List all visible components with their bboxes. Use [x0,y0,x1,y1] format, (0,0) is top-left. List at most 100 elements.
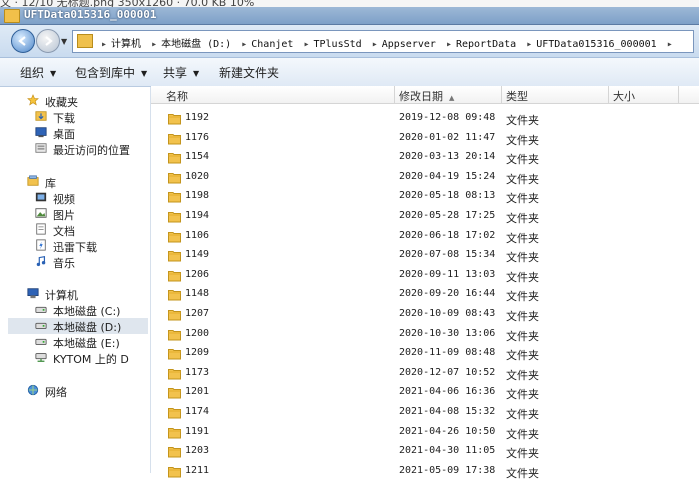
music-icon [36,256,46,267]
nav-pictures[interactable]: 图片 [34,206,146,222]
nav-favorites[interactable]: 收藏夹 [26,93,146,109]
file-date: 2021-04-26 10:50 [399,425,496,437]
nav-documents[interactable]: 文档 [34,222,146,238]
column-name-header[interactable]: 名称 [166,88,188,104]
folder-icon [168,172,181,184]
file-name: 1176 [185,131,210,143]
column-divider[interactable] [394,86,395,103]
file-name: 1209 [185,347,210,359]
column-size-header[interactable]: 大小 [613,88,635,104]
recent-pages-dropdown[interactable]: ▼ [61,37,67,46]
navigation-row: ▼ ▸ 计算机 ▸ 本地磁盘 (D:) ▸ Chanjet ▸ TPlusStd ▸ Ap… [0,25,699,58]
nav-network[interactable]: 网络 [26,383,146,399]
file-row[interactable]: 1173 2020-12-07 10:52 文件夹 [151,364,699,383]
folder-icon [168,447,181,458]
file-row[interactable]: 1209 2020-11-09 08:48 文件夹 [151,344,699,363]
file-row[interactable]: 1191 2021-04-26 10:50 文件夹 [151,423,699,442]
chevron-right-icon[interactable]: ▸ [303,39,309,50]
back-button[interactable] [11,29,35,53]
nav-recent-places[interactable]: 最近访问的位置 [34,141,146,157]
breadcrumb-item[interactable]: 计算机 [111,39,141,50]
nav-videos[interactable]: 视频 [34,190,146,206]
file-row[interactable]: 1206 2020-09-11 13:03 文件夹 [151,266,699,285]
file-row[interactable]: 1211 2021-05-09 17:38 文件夹 [151,462,699,481]
nav-network-drive[interactable]: KYTOM 上的 D [34,350,146,366]
new-folder-button[interactable]: 新建文件夹 [219,64,279,81]
file-type: 文件夹 [506,427,539,441]
breadcrumb-item[interactable]: Appserver [382,39,436,50]
breadcrumb-item[interactable]: UFTData015316_000001 [536,39,656,50]
nav-drive-c[interactable]: 本地磁盘 (C:) [34,302,146,318]
file-date: 2020-06-18 17:02 [399,229,496,241]
file-row[interactable]: 1174 2021-04-08 15:32 文件夹 [151,403,699,422]
file-name: 1192 [185,112,210,123]
file-row[interactable]: 1148 2020-09-20 16:44 文件夹 [151,285,699,304]
file-row[interactable]: 1203 2021-04-30 11:05 文件夹 [151,442,699,461]
file-row[interactable]: 1020 2020-04-19 15:24 文件夹 [151,168,699,187]
file-row[interactable]: 1201 2021-04-06 16:36 文件夹 [151,383,699,402]
file-date: 2021-04-30 11:05 [399,445,496,457]
file-row[interactable]: 1154 2020-03-13 20:14 文件夹 [151,148,699,167]
nav-music[interactable]: 音乐 [34,254,146,270]
breadcrumb-item[interactable]: Chanjet [251,39,293,50]
forward-button[interactable] [36,29,60,53]
pictures-icon [35,208,47,218]
file-date: 2020-05-18 08:13 [399,190,496,202]
breadcrumb-item[interactable]: 本地磁盘 (D:) [161,39,231,50]
file-name: 1174 [185,406,210,417]
breadcrumb-item[interactable]: TPlusStd [313,39,361,50]
chevron-down-icon: ▼ [50,69,57,78]
column-divider[interactable] [501,86,502,103]
organize-button[interactable]: 组织 ▼ [20,64,56,81]
file-date: 2021-04-08 15:32 [399,406,496,417]
file-name: 1203 [185,445,210,457]
file-row[interactable]: 1194 2020-05-28 17:25 文件夹 [151,207,699,226]
nav-desktop-label: 桌面 [53,128,75,141]
column-divider[interactable] [678,86,679,103]
address-bar[interactable]: ▸ 计算机 ▸ 本地磁盘 (D:) ▸ Chanjet ▸ TPlusStd ▸ Apps… [72,30,694,53]
chevron-right-icon[interactable]: ▸ [446,39,452,50]
video-icon [35,192,47,202]
column-type-header[interactable]: 类型 [506,88,528,104]
chevron-right-icon[interactable]: ▸ [101,39,107,50]
chevron-right-icon[interactable]: ▸ [372,39,378,50]
network-drive-icon [35,353,47,362]
folder-icon [168,408,181,419]
file-name: 1206 [185,268,210,280]
documents-icon [36,223,46,235]
include-in-library-button[interactable]: 包含到库中 ▼ [75,64,147,81]
nav-music-label: 音乐 [53,257,75,270]
nav-drive-d[interactable]: 本地磁盘 (D:) [8,318,148,334]
chevron-right-icon[interactable]: ▸ [151,39,157,50]
nav-videos-label: 视频 [53,193,75,206]
file-name: 1149 [185,249,210,261]
file-row[interactable]: 1192 2019-12-08 09:48 文件夹 [151,109,699,128]
file-row[interactable]: 1200 2020-10-30 13:06 文件夹 [151,325,699,344]
nav-downloads[interactable]: 下载 [34,109,146,125]
file-date: 2020-11-09 08:48 [399,347,496,359]
chevron-right-icon[interactable]: ▸ [667,39,673,50]
organize-label: 组织 [20,66,45,80]
file-type: 文件夹 [506,368,539,382]
nav-computer[interactable]: 计算机 [26,286,146,302]
share-button[interactable]: 共享 ▼ [163,64,199,81]
file-row[interactable]: 1207 2020-10-09 08:43 文件夹 [151,305,699,324]
file-row[interactable]: 1198 2020-05-18 08:13 文件夹 [151,187,699,206]
column-divider[interactable] [608,86,609,103]
include-library-label: 包含到库中 [75,66,136,80]
nav-thunder-downloads[interactable]: 迅雷下载 [34,238,146,254]
file-name: 1194 [185,210,210,221]
nav-libraries[interactable]: 库 [26,174,146,190]
column-modified-header[interactable]: 修改日期 ▲ [399,88,454,104]
file-row[interactable]: 1176 2020-01-02 11:47 文件夹 [151,129,699,148]
nav-drive-e[interactable]: 本地磁盘 (E:) [34,334,146,350]
nav-thunder-downloads-label: 迅雷下载 [53,241,97,254]
file-row[interactable]: 1149 2020-07-08 15:34 文件夹 [151,246,699,265]
nav-drive-d-label: 本地磁盘 (D:) [53,321,122,334]
nav-desktop[interactable]: 桌面 [34,125,146,141]
chevron-right-icon[interactable]: ▸ [526,39,532,50]
file-row[interactable]: 1106 2020-06-18 17:02 文件夹 [151,227,699,246]
chevron-right-icon[interactable]: ▸ [241,39,247,50]
breadcrumb-item[interactable]: ReportData [456,39,516,50]
nav-documents-label: 文档 [53,225,75,238]
